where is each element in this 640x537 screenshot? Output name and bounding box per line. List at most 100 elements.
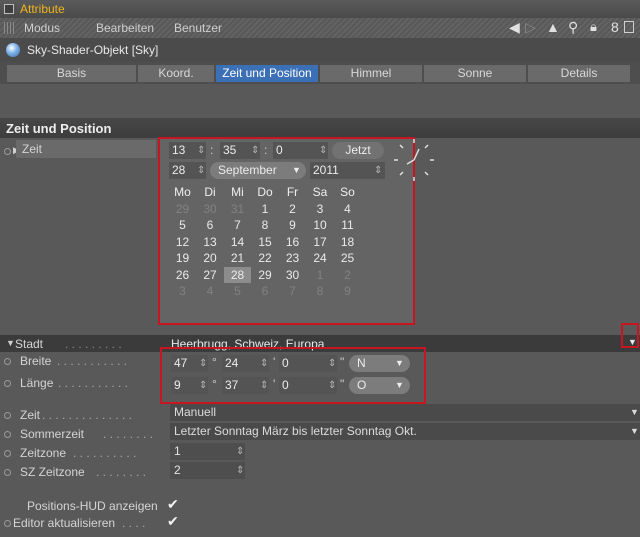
hour-field[interactable]: 13 ⇕ <box>169 142 206 159</box>
collapse-arrow-icon[interactable]: ▼ <box>6 338 15 348</box>
search-icon[interactable]: ⚲ <box>568 19 578 36</box>
lock-icon[interactable]: 🔒︎ <box>590 19 597 35</box>
laenge-sec-field[interactable]: 0 ⇕ <box>279 377 337 394</box>
calendar-day[interactable]: 9 <box>334 283 361 299</box>
keyframe-dot-icon[interactable] <box>4 412 11 419</box>
laenge-deg-field[interactable]: 9 ⇕ <box>171 377 208 394</box>
calendar-day[interactable]: 1 <box>252 201 279 217</box>
editor-checkbox-checkmark-icon[interactable]: ✔ <box>167 513 179 530</box>
new-panel-icon[interactable] <box>624 21 634 33</box>
calendar-day[interactable]: 31 <box>224 201 251 217</box>
second-field[interactable]: 0 ⇕ <box>273 142 328 159</box>
laenge-dots: . . . . . . . . . . . <box>58 376 129 390</box>
keyframe-dot-icon[interactable] <box>4 380 11 387</box>
calendar-day[interactable]: 11 <box>334 217 361 233</box>
tab-sonne[interactable]: Sonne <box>424 65 526 82</box>
calendar-day[interactable]: 21 <box>224 250 251 266</box>
calendar-day[interactable]: 8 <box>252 217 279 233</box>
calendar-day[interactable]: 3 <box>169 283 196 299</box>
calendar-day[interactable]: 7 <box>279 283 306 299</box>
calendar-day[interactable]: 9 <box>279 217 306 233</box>
calendar-day[interactable]: 7 <box>224 217 251 233</box>
calendar-weekday-header: So <box>340 185 355 199</box>
calendar-day[interactable]: 2 <box>279 201 306 217</box>
zeitzone-field[interactable]: 1 ⇕ <box>170 443 245 460</box>
calendar-day[interactable]: 28 <box>224 266 251 283</box>
calendar-day[interactable]: 17 <box>307 234 334 250</box>
minute-field[interactable]: 35 ⇕ <box>220 142 260 159</box>
calendar-day[interactable]: 29 <box>169 201 196 217</box>
calendar-day[interactable]: 24 <box>307 250 334 266</box>
panel-checkbox[interactable] <box>4 4 14 14</box>
calendar-day[interactable]: 13 <box>197 234 224 250</box>
calendar-day[interactable]: 5 <box>169 217 196 233</box>
sommerzeit-dropdown[interactable]: Letzter Sonntag März bis letzter Sonntag… <box>170 423 640 440</box>
coordinates-highlight: 47 ⇕ ° 24 ⇕ ' 0 ⇕ " N ▼ 9 ⇕ ° 37 ⇕ ' 0 ⇕ " O ▼ <box>160 347 426 404</box>
month-dropdown[interactable]: September ▼ <box>210 162 306 179</box>
breite-sec-field[interactable]: 0 ⇕ <box>279 355 337 372</box>
zeit-mode-dropdown[interactable]: Manuell ▼ <box>170 404 640 421</box>
hud-checkbox-checkmark-icon[interactable]: ✔ <box>167 496 179 513</box>
breite-label: Breite <box>20 354 52 368</box>
keyframe-dot-icon[interactable] <box>4 450 11 457</box>
calendar-day[interactable]: 15 <box>252 234 279 250</box>
menu-modus[interactable]: Modus <box>24 21 60 35</box>
keyframe-dot-icon[interactable] <box>4 469 11 476</box>
grip-icon[interactable] <box>4 22 16 34</box>
calendar-day[interactable]: 4 <box>334 201 361 217</box>
calendar-day[interactable]: 23 <box>279 250 306 266</box>
calendar-day[interactable]: 27 <box>197 267 224 283</box>
calendar-day[interactable]: 6 <box>197 217 224 233</box>
menu-benutzer[interactable]: Benutzer <box>174 21 222 35</box>
forward-arrow-icon[interactable]: ▷ <box>525 19 536 36</box>
menu-bearbeiten[interactable]: Bearbeiten <box>96 21 154 35</box>
calendar-day[interactable]: 3 <box>307 201 334 217</box>
tab-himmel[interactable]: Himmel <box>320 65 422 82</box>
calendar-day[interactable]: 1 <box>307 267 334 283</box>
calendar-day[interactable]: 4 <box>197 283 224 299</box>
tab-basis[interactable]: Basis <box>7 65 136 82</box>
keyframe-dot-icon[interactable] <box>4 431 11 438</box>
calendar-day[interactable]: 30 <box>197 201 224 217</box>
calendar-day[interactable]: 14 <box>224 234 251 250</box>
calendar-day[interactable]: 12 <box>169 234 196 250</box>
laenge-min-field[interactable]: 37 ⇕ <box>222 377 269 394</box>
year-field[interactable]: 2011 ⇕ <box>310 162 385 179</box>
stadt-dropdown-arrow-icon[interactable]: ▼ <box>628 337 637 347</box>
calendar-day[interactable]: 8 <box>307 283 334 299</box>
tab-zeit-und-position[interactable]: Zeit und Position <box>216 65 318 82</box>
breite-direction-dropdown[interactable]: N ▼ <box>349 355 410 372</box>
breite-min-field[interactable]: 24 ⇕ <box>222 355 269 372</box>
calendar-day[interactable]: 26 <box>169 267 196 283</box>
calendar-day[interactable]: 30 <box>279 267 306 283</box>
calendar-day[interactable]: 5 <box>224 283 251 299</box>
calendar-day[interactable]: 25 <box>334 250 361 266</box>
calendar-day[interactable]: 18 <box>334 234 361 250</box>
calendar-day[interactable]: 10 <box>307 217 334 233</box>
sz-zeitzone-field[interactable]: 2 ⇕ <box>170 462 245 479</box>
calendar-day[interactable]: 2 <box>334 267 361 283</box>
jetzt-button[interactable]: Jetzt <box>332 142 384 159</box>
keyframe-dot-icon[interactable] <box>4 358 11 365</box>
clock-icon[interactable] <box>390 136 440 186</box>
calendar-day[interactable]: 16 <box>279 234 306 250</box>
link-icon[interactable]: 8 <box>611 19 619 35</box>
keyframe-dot-icon[interactable] <box>4 520 11 527</box>
calendar-day[interactable]: 6 <box>252 283 279 299</box>
pointer-icon[interactable]: ▲ <box>546 19 560 35</box>
calendar-day[interactable]: 29 <box>252 267 279 283</box>
breite-deg-field[interactable]: 47 ⇕ <box>171 355 208 372</box>
zeitzone-label: Zeitzone <box>20 446 67 460</box>
tab-details[interactable]: Details <box>528 65 630 82</box>
keyframe-dot-icon[interactable] <box>4 148 11 155</box>
calendar-day[interactable]: 19 <box>169 250 196 266</box>
calendar-day[interactable]: 22 <box>252 250 279 266</box>
laenge-direction-dropdown[interactable]: O ▼ <box>349 377 410 394</box>
tab-koord[interactable]: Koord. <box>138 65 214 82</box>
back-arrow-icon[interactable]: ◀ <box>509 19 520 36</box>
day-field[interactable]: 28 ⇕ <box>169 162 206 179</box>
section-header-bg: Zeit und Position <box>0 118 640 138</box>
calendar-day[interactable]: 20 <box>197 250 224 266</box>
zeit-label: Zeit <box>22 142 43 156</box>
sommerzeit-dots: . . . . . . . . <box>103 427 154 441</box>
